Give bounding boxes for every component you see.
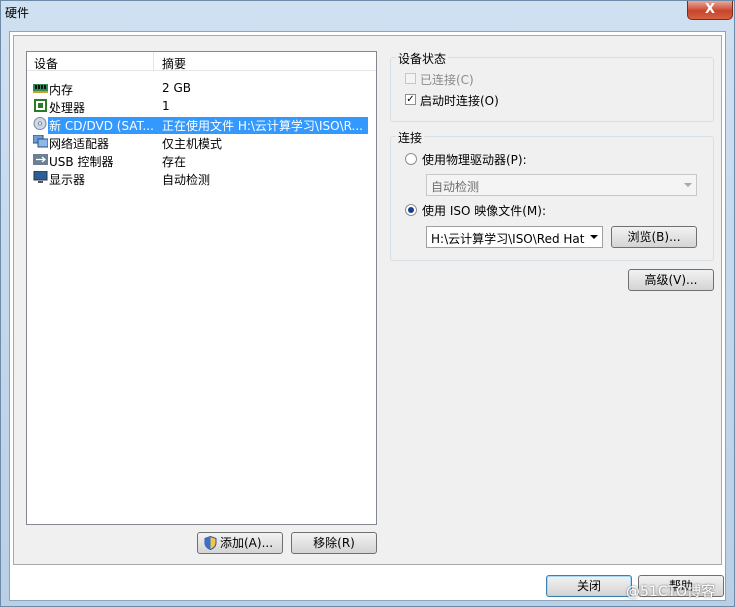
device-name: 网络适配器 [49,137,110,151]
remove-button-label: 移除(R) [313,536,355,550]
browse-button-label: 浏览(B)... [627,230,681,244]
advanced-button[interactable]: 高级(V)... [628,269,714,291]
watermark: @51CTO博客 [626,584,716,600]
dialog-client: 设备 摘要 内存 2 GB 处理器 1 新 CD/DVD (SAT... 正在使… [9,31,726,601]
iso-image-label: 使用 ISO 映像文件(M): [422,204,546,218]
device-name: 内存 [49,83,74,97]
network-adapter-icon [33,135,48,148]
shield-icon [204,536,217,550]
list-item-processor[interactable]: 处理器 1 [27,97,376,115]
browse-button[interactable]: 浏览(B)... [611,226,697,248]
cd-dvd-icon [33,117,47,130]
connection-title: 连接 [396,129,425,146]
iso-path-value: H:\云计算学习\ISO\Red Hat [431,232,585,246]
device-summary: 1 [162,99,170,113]
add-button[interactable]: 添加(A)... [197,532,283,554]
device-summary: 仅主机模式 [162,137,223,151]
list-item-display[interactable]: 显示器 自动检测 [27,169,376,187]
list-item-network-adapter[interactable]: 网络适配器 仅主机模式 [27,133,376,151]
device-status-group: 设备状态 已连接(C) ✓ 启动时连接(O) [390,50,714,122]
chevron-down-icon [684,183,692,187]
list-item-memory[interactable]: 内存 2 GB [27,79,376,97]
processor-icon [34,99,47,112]
list-header: 设备 摘要 [27,52,376,71]
connect-at-power-on-checkbox[interactable]: ✓ [405,94,416,105]
window-title: 硬件 [5,6,30,20]
checkmark-icon: ✓ [406,94,415,105]
usb-icon [33,154,48,165]
column-summary[interactable]: 摘要 [162,55,186,72]
device-name: 处理器 [49,101,86,115]
device-summary: 自动检测 [162,173,211,187]
device-name: 显示器 [49,173,86,187]
device-summary: 2 GB [162,81,191,95]
chevron-down-icon [590,235,598,239]
list-item-usb-controller[interactable]: USB 控制器 存在 [27,151,376,169]
device-summary: 正在使用文件 H:\云计算学习\ISO\R... [156,117,368,134]
device-list[interactable]: 设备 摘要 内存 2 GB 处理器 1 新 CD/DVD (SAT... 正在使… [26,51,377,525]
iso-path-combobox[interactable]: H:\云计算学习\ISO\Red Hat [426,226,603,248]
device-name: 新 CD/DVD (SAT... [48,117,157,134]
device-summary: 存在 [162,155,187,169]
list-item-cd-dvd[interactable]: 新 CD/DVD (SAT... 正在使用文件 H:\云计算学习\ISO\R..… [27,115,376,134]
close-icon: X [704,2,716,17]
physical-drive-value: 自动检测 [431,180,480,194]
connected-checkbox[interactable] [405,73,416,84]
device-name: USB 控制器 [49,155,114,169]
connect-at-power-on-label: 启动时连接(O) [420,94,499,108]
connected-label: 已连接(C) [420,73,474,87]
physical-drive-label: 使用物理驱动器(P): [422,153,527,167]
column-divider[interactable] [153,52,154,70]
physical-drive-radio[interactable] [405,153,417,165]
memory-icon [33,84,48,93]
window-close-button[interactable]: X [687,1,733,20]
display-icon [33,171,48,183]
close-button[interactable]: 关闭 [546,575,632,597]
iso-image-radio[interactable] [405,204,417,216]
close-button-label: 关闭 [576,579,601,593]
physical-drive-select[interactable]: 自动检测 [426,174,697,196]
advanced-button-label: 高级(V)... [644,273,698,287]
add-button-label: 添加(A)... [220,536,274,550]
connection-group: 连接 使用物理驱动器(P): 自动检测 使用 ISO 映像文件(M): H:\云… [390,129,714,261]
remove-button[interactable]: 移除(R) [291,532,377,554]
column-device[interactable]: 设备 [34,55,58,72]
title-bar[interactable]: 硬件 X [1,1,734,23]
device-status-title: 设备状态 [396,50,449,67]
hardware-dialog: 硬件 X 设备 摘要 内存 2 GB 处理器 1 新 CD/DVD (SAT..… [0,0,735,607]
hardware-panel: 设备 摘要 内存 2 GB 处理器 1 新 CD/DVD (SAT... 正在使… [13,35,722,565]
